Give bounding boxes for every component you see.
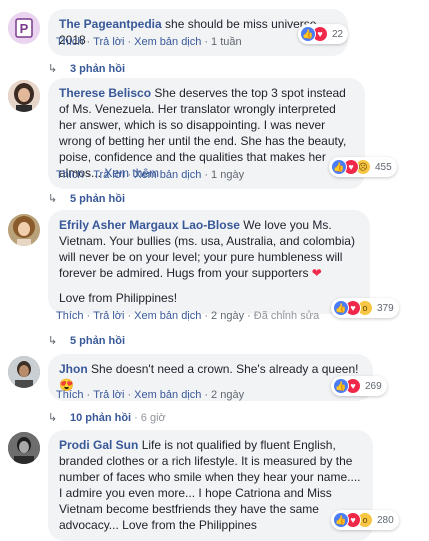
pageantpedia-logo-icon: P — [8, 12, 40, 44]
comment-author[interactable]: Prodi Gal Sun — [59, 438, 138, 452]
like-icon: 👍 — [300, 26, 316, 42]
profile-photo-icon — [8, 214, 40, 246]
reaction-summary[interactable]: 👍 ♥ 269 — [331, 376, 387, 396]
view-replies-link[interactable]: ↳ 3 phản hồi — [48, 62, 125, 76]
comment-author[interactable]: Jhon — [59, 362, 88, 376]
comment: Efrily Asher Margaux Lao-Blose We love y… — [8, 210, 421, 325]
svg-text:P: P — [20, 21, 29, 36]
avatar[interactable] — [8, 214, 40, 246]
like-icon: 👍 — [331, 159, 347, 175]
profile-photo-icon — [8, 356, 40, 388]
reply-arrow-icon: ↳ — [48, 335, 58, 347]
like-button[interactable]: Thích — [56, 169, 84, 181]
reply-button[interactable]: Trả lời — [93, 389, 124, 401]
comment-actions: Thích · Trả lời · Xem bản dịch · 1 tuần — [56, 36, 242, 48]
replies-time[interactable]: 6 giờ — [141, 412, 166, 424]
reaction-count: 269 — [365, 380, 382, 392]
profile-photo-icon — [8, 80, 40, 112]
reaction-summary[interactable]: 👍 ♥ o 280 — [331, 510, 399, 530]
reply-button[interactable]: Trả lời — [93, 169, 124, 181]
comment-author[interactable]: Efrily Asher Margaux Lao-Blose — [59, 218, 240, 232]
like-button[interactable]: Thích — [56, 36, 84, 48]
reaction-count: 379 — [377, 302, 394, 314]
avatar[interactable] — [8, 432, 40, 464]
edited-label[interactable]: Đã chỉnh sửa — [254, 310, 319, 322]
reaction-summary[interactable]: 👍 ♥ o 379 — [331, 298, 399, 318]
comment: Jhon She doesn't need a crown. She's alr… — [8, 354, 421, 402]
reply-button[interactable]: Trả lời — [93, 36, 124, 48]
reaction-summary[interactable]: 👍 ♥ ☹ 455 — [329, 157, 397, 177]
comment-time[interactable]: 2 ngày — [211, 389, 244, 401]
comment-author[interactable]: The Pageantpedia — [59, 17, 162, 31]
view-replies-link[interactable]: ↳ 10 phản hồi · 6 giờ — [48, 411, 166, 425]
profile-photo-icon — [8, 432, 40, 464]
comment: Prodi Gal Sun Life is not qualified by f… — [8, 430, 421, 541]
reply-button[interactable]: Trả lời — [93, 310, 124, 322]
view-replies-link[interactable]: ↳ 5 phản hồi — [48, 192, 125, 206]
comment-actions: Thích · Trả lời · Xem bản dịch · 2 ngày · Đã chỉ… — [56, 310, 320, 322]
comment: P The Pageantpedia she should be miss un… — [8, 6, 421, 66]
reaction-count: 455 — [375, 161, 392, 173]
reply-arrow-icon: ↳ — [48, 63, 58, 75]
reaction-summary[interactable]: 👍 ♥ 22 — [298, 24, 349, 44]
view-replies-link[interactable]: ↳ 5 phản hồi — [48, 334, 125, 348]
comment-author[interactable]: Therese Belisco — [59, 86, 151, 100]
like-icon: 👍 — [333, 512, 349, 528]
like-button[interactable]: Thích — [56, 310, 84, 322]
comment-text: She deserves the top 3 spot instead of M… — [59, 86, 347, 180]
comment-bubble: Prodi Gal Sun Life is not qualified by f… — [48, 430, 373, 541]
see-translation-link[interactable]: Xem bản dịch — [134, 36, 201, 48]
comment-actions: Thích · Trả lời · Xem bản dịch · 2 ngày — [56, 389, 245, 401]
comment-text: She doesn't need a crown. She's already … — [91, 362, 359, 376]
reply-arrow-icon: ↳ — [48, 412, 58, 424]
comment-time[interactable]: 2 ngày — [211, 310, 244, 322]
comment: Therese Belisco She deserves the top 3 s… — [8, 78, 421, 189]
comment-text-paragraph: Love from Philippines! — [59, 291, 178, 305]
avatar[interactable]: P — [8, 12, 40, 44]
avatar[interactable] — [8, 80, 40, 112]
reaction-count: 22 — [332, 28, 344, 40]
avatar[interactable] — [8, 356, 40, 388]
like-icon: 👍 — [333, 300, 349, 316]
comment-time[interactable]: 1 tuần — [211, 36, 242, 48]
see-translation-link[interactable]: Xem bản dịch — [134, 310, 201, 322]
see-translation-link[interactable]: Xem bản dịch — [134, 169, 201, 181]
see-translation-link[interactable]: Xem bản dịch — [134, 389, 201, 401]
comment-time[interactable]: 1 ngày — [211, 169, 244, 181]
comment-text: Life is not qualified by fluent English,… — [59, 438, 361, 532]
heart-icon: ❤ — [311, 266, 322, 280]
like-icon: 👍 — [333, 378, 349, 394]
reply-arrow-icon: ↳ — [48, 193, 58, 205]
comment-actions: Thích · Trả lời · Xem bản dịch · 1 ngày — [56, 169, 245, 181]
comment-bubble: Efrily Asher Margaux Lao-Blose We love y… — [48, 210, 370, 314]
reaction-count: 280 — [377, 514, 394, 526]
like-button[interactable]: Thích — [56, 389, 84, 401]
